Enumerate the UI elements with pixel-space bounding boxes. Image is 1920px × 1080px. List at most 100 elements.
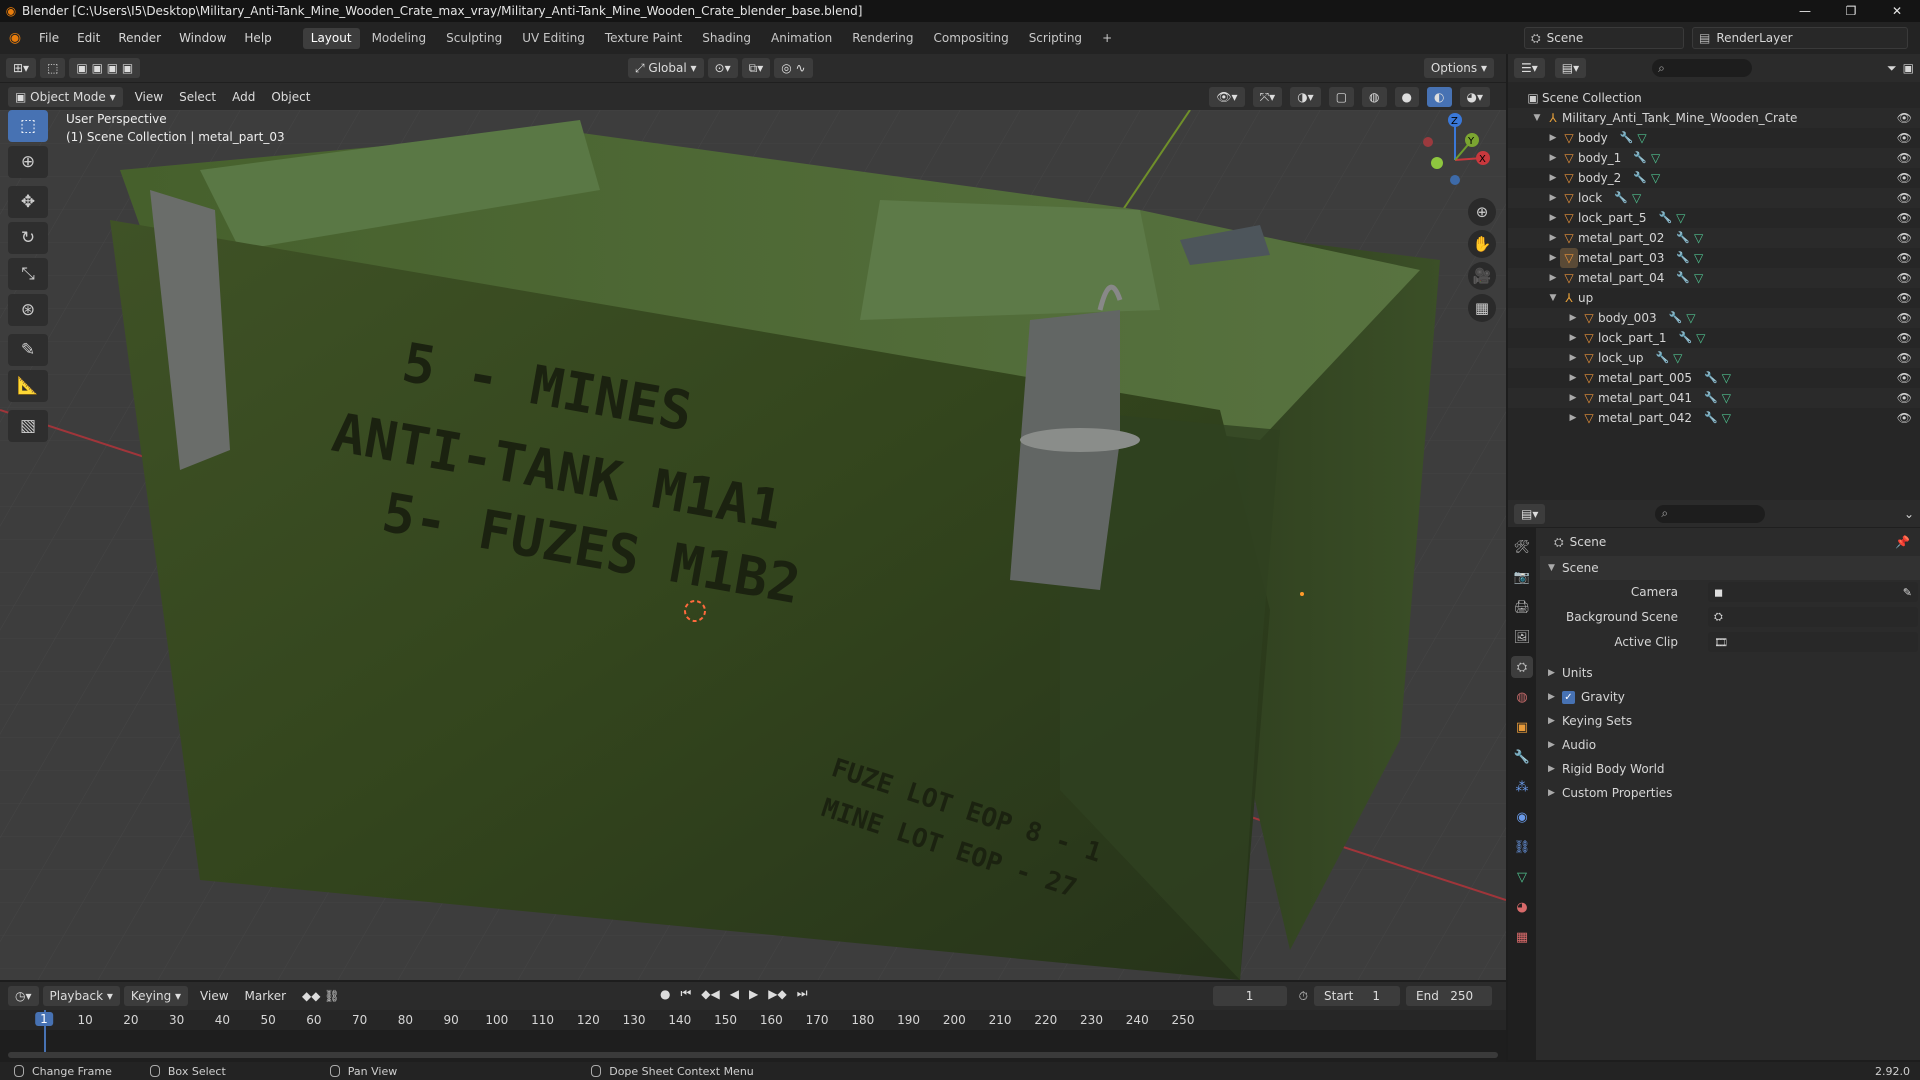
mesh-data-icon[interactable]: ▽ <box>1694 248 1703 268</box>
gravity-section[interactable]: ▶ ✓ Gravity <box>1540 685 1920 709</box>
new-collection-icon[interactable]: ▣ <box>1903 61 1914 75</box>
list-item[interactable]: ▼ ⅄ Military_Anti_Tank_Mine_Wooden_Crate… <box>1508 108 1920 128</box>
list-item[interactable]: ▶ ▽ metal_part_005 🔧 ▽ 👁 <box>1508 368 1920 388</box>
tab-compositing[interactable]: Compositing <box>925 28 1016 49</box>
next-keyframe-icon[interactable]: ▶◆ <box>768 987 786 1001</box>
mesh-data-icon[interactable]: ▽ <box>1694 228 1703 248</box>
timeline-menu-keying[interactable]: Keying ▾ <box>123 986 189 1006</box>
jump-end-icon[interactable]: ⏭ <box>797 986 808 1001</box>
collapsed-arrow-icon[interactable]: ▶ <box>1566 388 1580 408</box>
mode-dropdown[interactable]: ▣ Object Mode ▾ <box>8 86 123 107</box>
pin-icon[interactable]: 📌 <box>1895 535 1910 549</box>
units-section[interactable]: ▶ Units <box>1540 661 1920 685</box>
play-icon[interactable]: ▶ <box>749 987 758 1001</box>
collapsed-arrow-icon[interactable]: ▶ <box>1546 248 1560 268</box>
eye-icon[interactable]: 👁 <box>1897 408 1912 428</box>
modifier-icon[interactable]: 🔧 <box>1676 268 1690 288</box>
viewport-menu-object[interactable]: Object <box>263 83 318 111</box>
blender-menu-icon[interactable]: ◉ <box>0 30 30 46</box>
timeline-editor-type-icon[interactable]: ◷▾ <box>8 986 39 1006</box>
modifier-icon[interactable]: 🔧 <box>1669 308 1683 328</box>
modifier-icon[interactable]: 🔧 <box>1678 328 1692 348</box>
collapsed-arrow-icon[interactable]: ▶ <box>1546 168 1560 188</box>
mesh-data-icon[interactable]: ▽ <box>1694 268 1703 288</box>
tab-rendering[interactable]: Rendering <box>844 28 921 49</box>
mesh-data-icon[interactable]: ▽ <box>1722 368 1731 388</box>
shading-solid-icon[interactable]: ● <box>1394 87 1420 107</box>
scene-collection-row[interactable]: ▣ Scene Collection <box>1508 88 1920 108</box>
collapsed-arrow-icon[interactable]: ▶ <box>1546 268 1560 288</box>
eye-icon[interactable]: 👁 <box>1897 228 1912 248</box>
proportional-edit-icon[interactable]: ◎ ∿ <box>774 58 813 78</box>
outliner-display-mode-icon[interactable]: ▤▾ <box>1554 58 1587 78</box>
list-item[interactable]: ▼ ⅄ up 👁 <box>1508 288 1920 308</box>
cursor-tool-icon[interactable]: ⊕ <box>8 146 48 178</box>
ortho-grid-icon[interactable]: ▦ <box>1468 294 1496 322</box>
list-item[interactable]: ▶ ▽ lock_part_1 🔧 ▽ 👁 <box>1508 328 1920 348</box>
list-item[interactable]: ▶ ▽ lock_up 🔧 ▽ 👁 <box>1508 348 1920 368</box>
tab-shading[interactable]: Shading <box>694 28 759 49</box>
eye-icon[interactable]: 👁 <box>1897 308 1912 328</box>
close-icon[interactable]: ✕ <box>1874 0 1920 22</box>
eye-icon[interactable]: 👁 <box>1897 208 1912 228</box>
modifier-icon[interactable]: 🔧 <box>1676 228 1690 248</box>
modifier-icon[interactable]: 🔧 <box>1676 248 1690 268</box>
modifier-icon[interactable]: 🔧 <box>1655 348 1669 368</box>
eye-icon[interactable]: 👁 <box>1897 148 1912 168</box>
modifier-icon[interactable]: 🔧 <box>1704 388 1718 408</box>
scene-panel-header[interactable]: ▼ Scene <box>1540 556 1920 580</box>
eye-icon[interactable]: 👁 <box>1897 388 1912 408</box>
mesh-data-icon[interactable]: ▽ <box>1651 148 1660 168</box>
mesh-data-icon[interactable]: ▽ <box>1676 208 1685 228</box>
measure-tool-icon[interactable]: 📐 <box>8 370 48 402</box>
editor-type-icon[interactable]: ⊞▾ <box>6 58 37 78</box>
mesh-data-icon[interactable]: ▽ <box>1686 308 1695 328</box>
collapsed-arrow-icon[interactable]: ▶ <box>1546 148 1560 168</box>
modifier-icon[interactable]: 🔧 <box>1704 368 1718 388</box>
snap-icon[interactable]: ⧉▾ <box>741 58 771 78</box>
select-box-tool-icon[interactable]: ⬚ <box>8 110 48 142</box>
menu-window[interactable]: Window <box>170 22 235 54</box>
viewport-menu-view[interactable]: View <box>127 83 171 111</box>
tab-animation[interactable]: Animation <box>763 28 840 49</box>
eye-icon[interactable]: 👁 <box>1897 128 1912 148</box>
collapsed-arrow-icon[interactable]: ▶ <box>1546 128 1560 148</box>
world-tab-icon[interactable]: ◍ <box>1511 686 1533 708</box>
gravity-checkbox[interactable]: ✓ <box>1562 690 1575 704</box>
shading-material-icon[interactable]: ◐ <box>1427 87 1452 107</box>
background-scene-field[interactable]: ⛭ <box>1708 607 1918 627</box>
list-item[interactable]: ▶ ▽ body 🔧 ▽ 👁 <box>1508 128 1920 148</box>
gizmo-toggle-icon[interactable]: ⤧▾ <box>1252 87 1283 107</box>
collapsed-arrow-icon[interactable]: ▶ <box>1566 368 1580 388</box>
collapsed-arrow-icon[interactable]: ▶ <box>1566 328 1580 348</box>
menu-file[interactable]: File <box>30 22 68 54</box>
mesh-data-icon[interactable]: ▽ <box>1637 128 1646 148</box>
camera-field[interactable]: ◼ ✎ <box>1708 582 1918 602</box>
minimize-icon[interactable]: — <box>1782 0 1828 22</box>
options-dropdown[interactable]: Options ▾ <box>1423 58 1494 78</box>
play-reverse-icon[interactable]: ◀ <box>730 987 739 1001</box>
timeline-ruler[interactable]: 10 20 30 40 50 60 70 80 90 100 110 120 130 140 150 160 1… <box>0 1010 1506 1030</box>
zoom-icon[interactable]: ⊕ <box>1468 198 1496 226</box>
modifier-icon[interactable]: 🔧 <box>1614 188 1628 208</box>
scene-tab-icon[interactable]: ⛭ <box>1511 656 1533 678</box>
eye-icon[interactable]: 👁 <box>1897 108 1912 128</box>
select-mode-icon[interactable]: ⬚ <box>40 58 66 78</box>
mesh-data-icon[interactable]: ▽ <box>1722 388 1731 408</box>
tab-scripting[interactable]: Scripting <box>1021 28 1090 49</box>
playhead-frame-label[interactable]: 1 <box>35 1012 53 1026</box>
collapsed-arrow-icon[interactable]: ▶ <box>1546 188 1560 208</box>
collapsed-arrow-icon[interactable]: ▶ <box>1566 308 1580 328</box>
pan-hand-icon[interactable]: ✋ <box>1468 230 1496 258</box>
modifier-icon[interactable]: 🔧 <box>1620 128 1634 148</box>
modifier-icon[interactable]: 🔧 <box>1704 408 1718 428</box>
expanded-arrow-icon[interactable]: ▼ <box>1546 288 1560 308</box>
modifier-tab-icon[interactable]: 🔧 <box>1511 746 1533 768</box>
timeline-menu-view[interactable]: View <box>192 982 236 1010</box>
shading-rendered-icon[interactable]: ◕▾ <box>1459 87 1490 107</box>
chevron-down-icon[interactable]: ⌄ <box>1904 507 1914 521</box>
active-clip-field[interactable]: 🎞 <box>1708 632 1918 652</box>
eye-icon[interactable]: 👁 <box>1897 348 1912 368</box>
maximize-icon[interactable]: ❐ <box>1828 0 1874 22</box>
add-cube-tool-icon[interactable]: ▧ <box>8 410 48 442</box>
